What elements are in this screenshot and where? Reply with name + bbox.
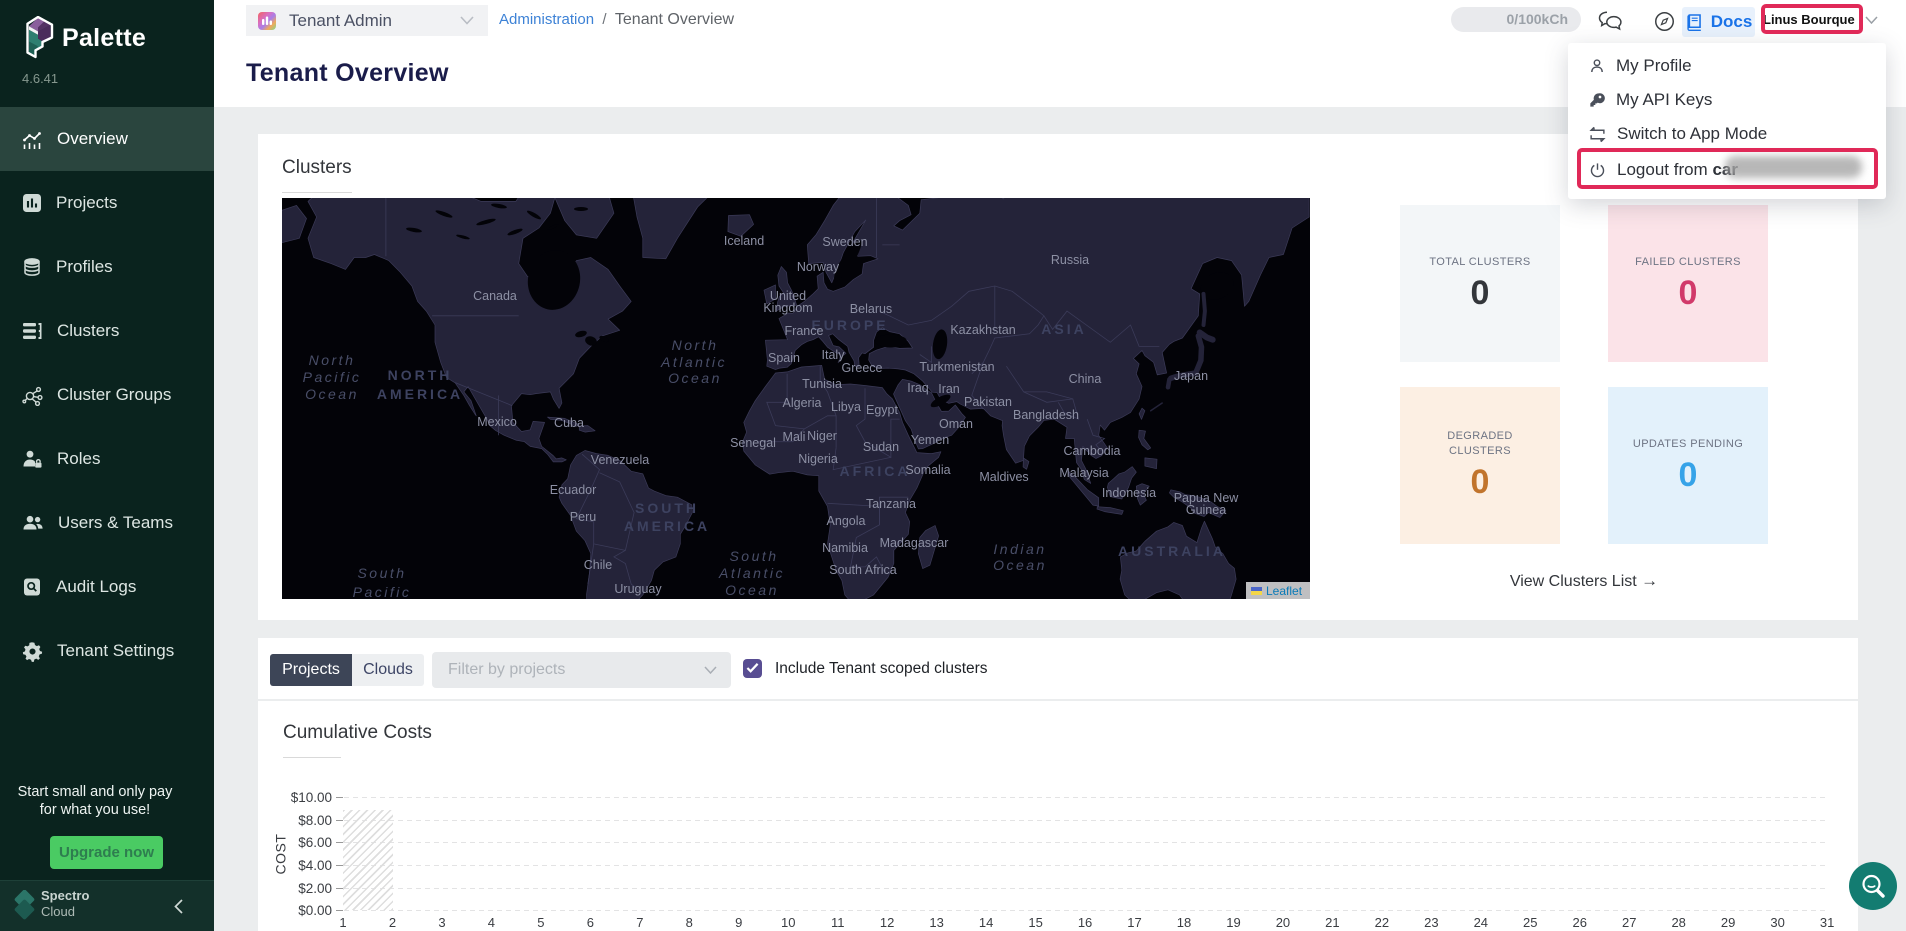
svg-text:Sweden: Sweden xyxy=(822,235,867,249)
svg-text:Somalia: Somalia xyxy=(905,463,950,477)
svg-text:Sudan: Sudan xyxy=(863,440,899,454)
svg-text:Pacific: Pacific xyxy=(353,584,412,599)
svg-text:Iraq: Iraq xyxy=(907,381,929,395)
svg-text:Ocean: Ocean xyxy=(725,582,779,598)
svg-text:Italy: Italy xyxy=(822,348,846,362)
svg-text:Senegal: Senegal xyxy=(730,436,776,450)
svg-text:South: South xyxy=(729,548,778,564)
svg-text:Malaysia: Malaysia xyxy=(1059,466,1108,480)
svg-text:Namibia: Namibia xyxy=(822,541,868,555)
svg-text:AUSTRALIA: AUSTRALIA xyxy=(1118,543,1226,559)
svg-text:Japan: Japan xyxy=(1174,369,1208,383)
svg-text:ASIA: ASIA xyxy=(1041,321,1086,337)
svg-text:Ocean: Ocean xyxy=(993,557,1047,573)
svg-text:Madagascar: Madagascar xyxy=(880,536,949,550)
svg-text:Ocean: Ocean xyxy=(668,370,722,386)
svg-text:NORTH: NORTH xyxy=(388,367,453,383)
svg-text:Indonesia: Indonesia xyxy=(1102,486,1156,500)
svg-text:Angola: Angola xyxy=(827,514,866,528)
svg-text:Yemen: Yemen xyxy=(911,433,950,447)
svg-text:Libya: Libya xyxy=(831,400,861,414)
svg-text:North: North xyxy=(309,352,356,368)
svg-text:Ocean: Ocean xyxy=(305,386,359,402)
svg-text:Chile: Chile xyxy=(584,558,613,572)
svg-text:Greece: Greece xyxy=(842,361,883,375)
svg-text:AMERICA: AMERICA xyxy=(377,386,463,402)
svg-text:Belarus: Belarus xyxy=(850,302,892,316)
svg-text:France: France xyxy=(785,324,824,338)
svg-text:Venezuela: Venezuela xyxy=(591,453,649,467)
svg-text:North: North xyxy=(672,337,719,353)
svg-text:SOUTH: SOUTH xyxy=(635,500,699,516)
svg-text:Canada: Canada xyxy=(473,289,517,303)
svg-text:Tunisia: Tunisia xyxy=(802,377,842,391)
svg-text:Pacific: Pacific xyxy=(303,369,362,385)
svg-text:Peru: Peru xyxy=(570,510,596,524)
svg-text:Bangladesh: Bangladesh xyxy=(1013,408,1079,422)
svg-text:Maldives: Maldives xyxy=(979,470,1028,484)
svg-text:Guinea: Guinea xyxy=(1186,503,1226,517)
svg-text:Turkmenistan: Turkmenistan xyxy=(919,360,994,374)
svg-text:Norway: Norway xyxy=(797,260,840,274)
svg-text:Kazakhstan: Kazakhstan xyxy=(950,323,1015,337)
svg-text:Indian: Indian xyxy=(993,541,1046,557)
svg-text:Cuba: Cuba xyxy=(554,416,584,430)
svg-text:Cambodia: Cambodia xyxy=(1064,444,1121,458)
svg-text:Pakistan: Pakistan xyxy=(964,395,1012,409)
svg-text:Egypt: Egypt xyxy=(866,403,898,417)
svg-text:Atlantic: Atlantic xyxy=(660,354,727,370)
svg-text:Algeria: Algeria xyxy=(783,396,822,410)
svg-text:Leaflet: Leaflet xyxy=(1266,584,1303,598)
svg-text:Iran: Iran xyxy=(938,382,960,396)
svg-text:AMERICA: AMERICA xyxy=(624,518,710,534)
svg-text:Kingdom: Kingdom xyxy=(763,301,812,315)
svg-text:Spain: Spain xyxy=(768,351,800,365)
svg-text:Atlantic: Atlantic xyxy=(718,565,785,581)
svg-text:Mali: Mali xyxy=(783,430,806,444)
svg-text:Ecuador: Ecuador xyxy=(550,483,597,497)
svg-text:Mexico: Mexico xyxy=(477,415,517,429)
svg-text:China: China xyxy=(1069,372,1102,386)
svg-text:AFRICA: AFRICA xyxy=(840,463,911,479)
svg-text:South Africa: South Africa xyxy=(829,563,896,577)
svg-text:Oman: Oman xyxy=(939,417,973,431)
svg-text:Niger: Niger xyxy=(807,429,837,443)
svg-text:South: South xyxy=(357,565,406,581)
svg-text:Nigeria: Nigeria xyxy=(798,452,838,466)
svg-text:Tanzania: Tanzania xyxy=(866,497,916,511)
svg-text:Russia: Russia xyxy=(1051,253,1089,267)
svg-text:Uruguay: Uruguay xyxy=(614,582,662,596)
svg-text:Iceland: Iceland xyxy=(724,234,764,248)
